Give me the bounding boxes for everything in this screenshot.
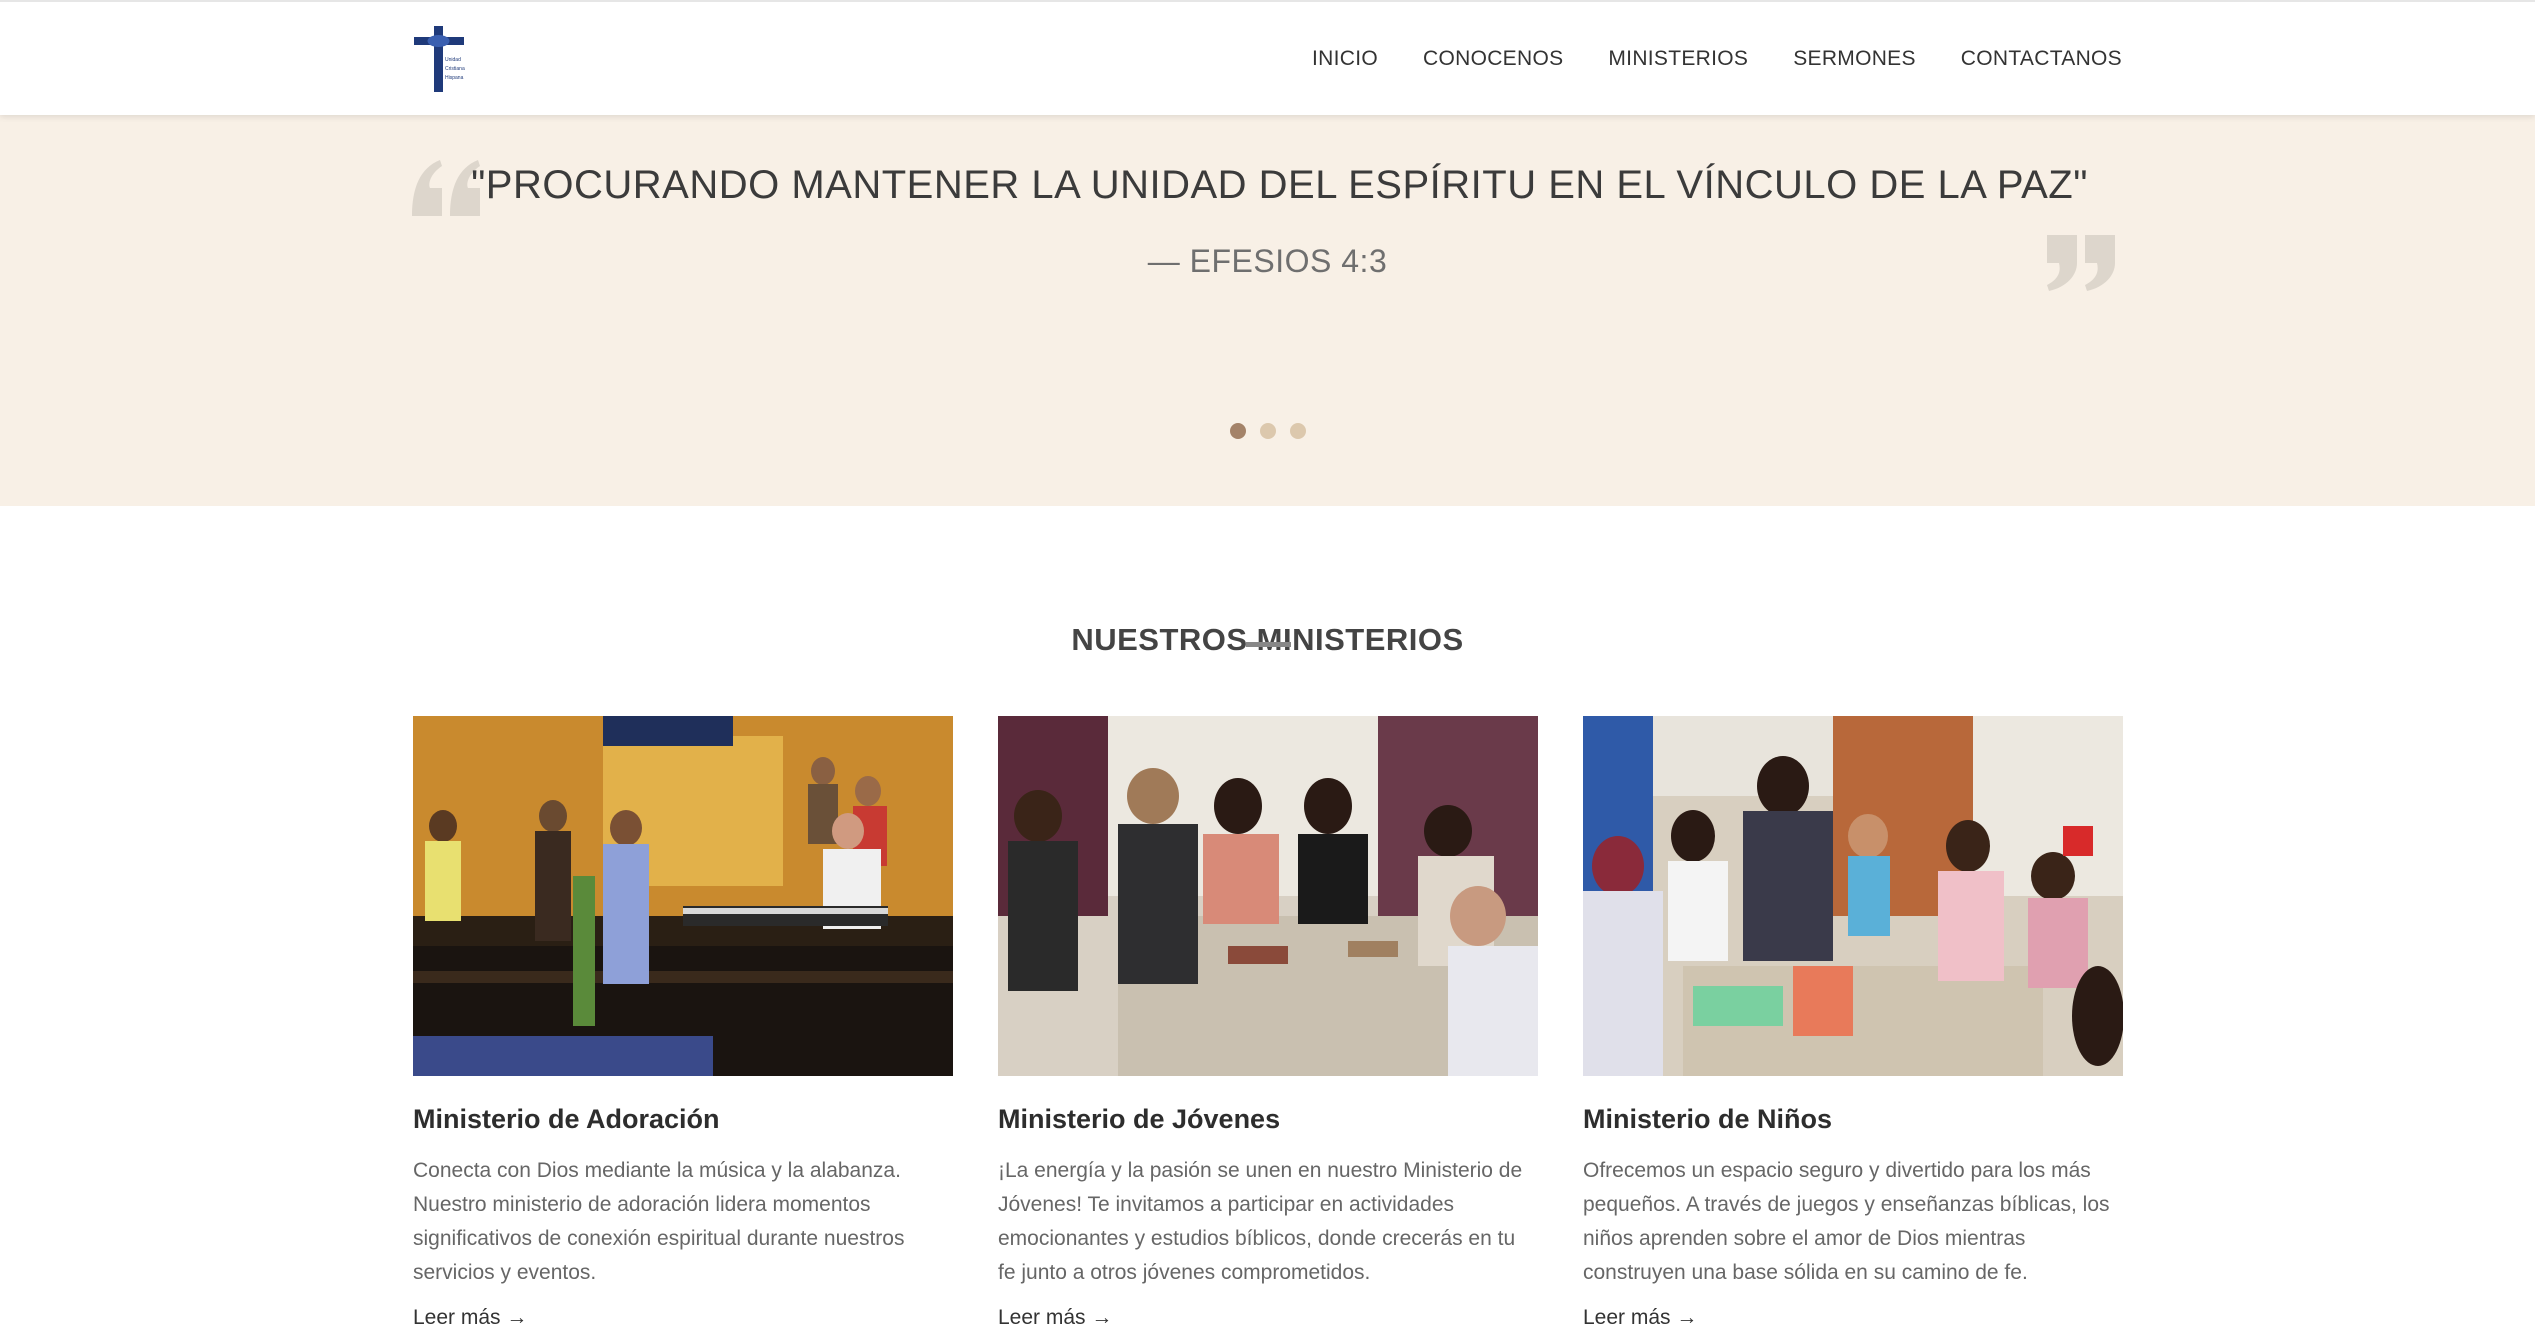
slider-dot-1[interactable] — [1230, 423, 1246, 439]
ministry-title: Ministerio de Jóvenes — [998, 1104, 1281, 1134]
nav-inicio[interactable]: INICIO — [1312, 47, 1378, 71]
nav-contactanos[interactable]: CONTACTANOS — [1961, 47, 2122, 71]
svg-text:Cristiana: Cristiana — [445, 66, 465, 72]
church-logo[interactable]: Unidad Cristiana Hispana — [412, 26, 472, 92]
slider-dots — [1230, 423, 1306, 439]
svg-text:Unidad: Unidad — [445, 57, 461, 63]
read-more-link[interactable]: Leer más → — [1583, 1306, 1697, 1330]
close-quote-icon — [2047, 235, 2115, 291]
quote-slider: "PROCURANDO MANTENER LA UNIDAD DEL ESPÍR… — [0, 113, 2535, 506]
ministry-card-adoracion: Ministerio de Adoración Conecta con Dios… — [413, 716, 953, 1329]
title-divider — [1246, 642, 1291, 647]
nav-sermones[interactable]: SERMONES — [1793, 47, 1916, 71]
ministry-description: ¡La energía y la pasión se unen en nuest… — [998, 1159, 1523, 1284]
slider-dot-2[interactable] — [1260, 423, 1276, 439]
worship-band-photo — [413, 716, 953, 1076]
section-title: NUESTROS MINISTERIOS — [1071, 621, 1464, 657]
youth-group-photo — [998, 716, 1538, 1076]
nav-ministerios[interactable]: MINISTERIOS — [1608, 47, 1748, 71]
svg-text:Hispana: Hispana — [445, 75, 464, 81]
site-header: Unidad Cristiana Hispana INICIO CONOCENO… — [0, 0, 2535, 115]
slider-dot-3[interactable] — [1290, 423, 1306, 439]
ministry-description: Ofrecemos un espacio seguro y divertido … — [1583, 1159, 2110, 1284]
children-class-photo — [1583, 716, 2123, 1076]
ministry-title: Ministerio de Adoración — [413, 1104, 720, 1134]
ministry-card-ninos: Ministerio de Niños Ofrecemos un espacio… — [1583, 716, 2123, 1329]
ministry-card-jovenes: Ministerio de Jóvenes ¡La energía y la p… — [998, 716, 1538, 1329]
nav-conocenos[interactable]: CONOCENOS — [1423, 47, 1563, 71]
read-more-link[interactable]: Leer más → — [413, 1306, 527, 1330]
ministry-description: Conecta con Dios mediante la música y la… — [413, 1159, 905, 1284]
read-more-link[interactable]: Leer más → — [998, 1306, 1112, 1330]
main-nav: INICIO CONOCENOS MINISTERIOS SERMONES CO… — [1312, 2, 2122, 115]
quote-text: "PROCURANDO MANTENER LA UNIDAD DEL ESPÍR… — [471, 163, 2088, 207]
quote-source: — EFESIOS 4:3 — [1147, 243, 1388, 279]
ministry-title: Ministerio de Niños — [1583, 1104, 1833, 1134]
